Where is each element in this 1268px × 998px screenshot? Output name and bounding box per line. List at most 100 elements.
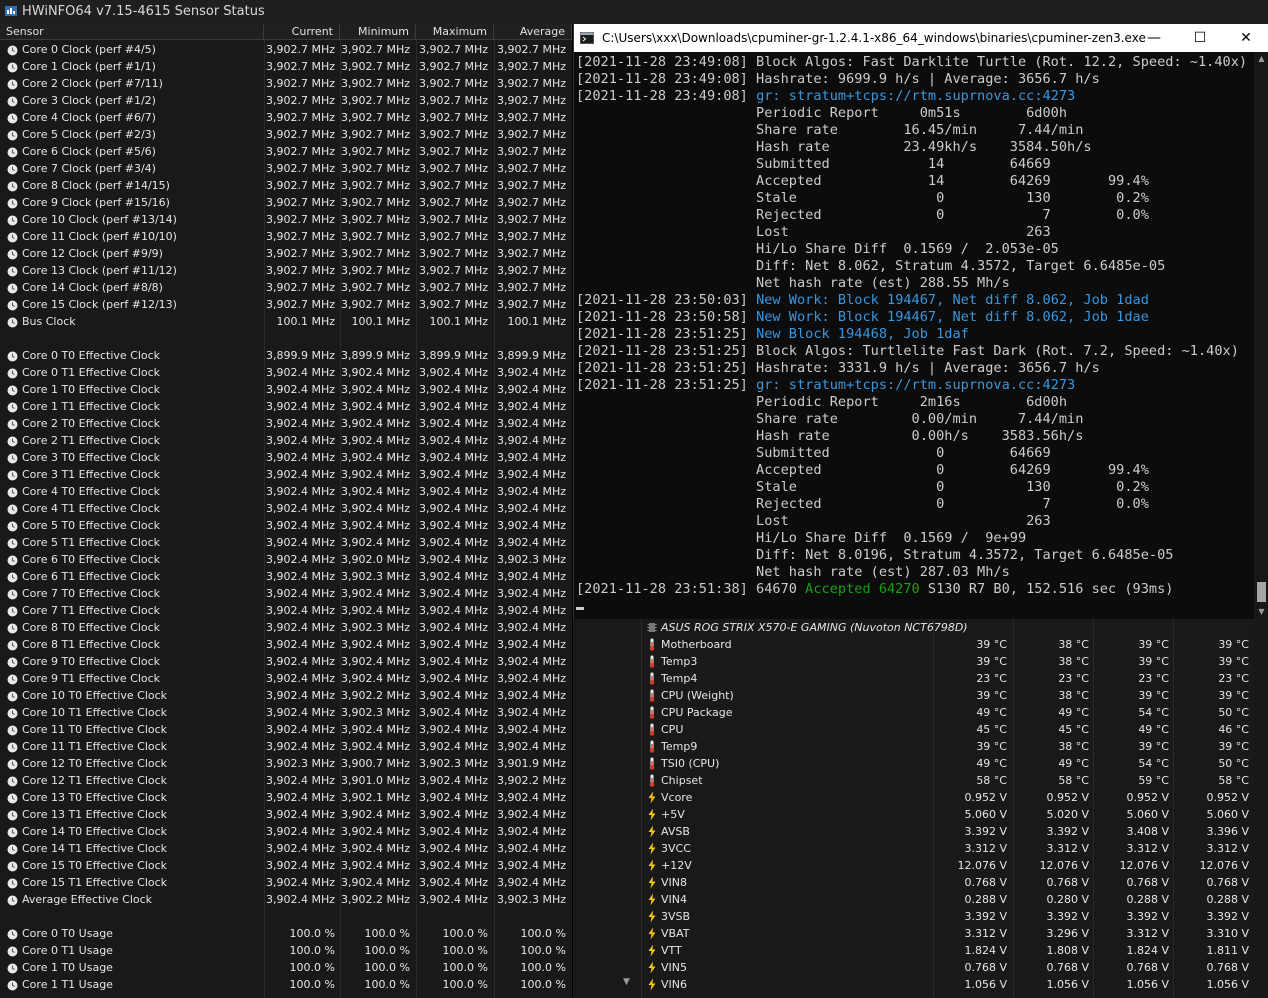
table-row[interactable]: Core 15 Clock (perf #12/13) 3,902.7 MHz 3,… — [0, 296, 572, 313]
table-row[interactable]: CPU Package 49 °C 49 °C 54 °C 50 °C — [573, 704, 1268, 721]
table-row[interactable]: Core 14 T1 Effective Clock 3,902.4 MHz 3,9… — [0, 840, 572, 857]
table-row[interactable]: TSI0 (CPU) 49 °C 49 °C 54 °C 50 °C — [573, 755, 1268, 772]
sensor-name: Core 15 Clock (perf #12/13) — [22, 298, 177, 311]
table-row[interactable]: Core 12 T1 Effective Clock 3,902.4 MHz 3,9… — [0, 772, 572, 789]
console-window[interactable]: C:\Users\xxx\Downloads\cpuminer-gr-1.2.4… — [573, 24, 1268, 619]
table-row[interactable]: Core 12 Clock (perf #9/9) 3,902.7 MHz 3,90… — [0, 245, 572, 262]
scroll-down-arrow-icon[interactable]: ▼ — [623, 977, 630, 987]
console-output[interactable]: [2021-11-28 23:49:08] Block Algos: Fast … — [574, 52, 1254, 619]
table-row[interactable]: Core 11 T1 Effective Clock 3,902.4 MHz 3,9… — [0, 738, 572, 755]
scroll-down-arrow-icon[interactable]: ▼ — [1254, 605, 1268, 619]
table-row[interactable]: Core 1 T0 Effective Clock 3,902.4 MHz 3,90… — [0, 381, 572, 398]
table-row[interactable]: Core 1 T1 Effective Clock 3,902.4 MHz 3,90… — [0, 398, 572, 415]
table-row[interactable]: VIN8 0.768 V 0.768 V 0.768 V 0.768 V — [573, 874, 1268, 891]
table-row[interactable]: VIN5 0.768 V 0.768 V 0.768 V 0.768 V — [573, 959, 1268, 976]
console-title-bar[interactable]: C:\Users\xxx\Downloads\cpuminer-gr-1.2.4… — [574, 24, 1268, 52]
table-row[interactable]: Core 4 Clock (perf #6/7) 3,902.7 MHz 3,902… — [0, 109, 572, 126]
motherboard-sensor-table[interactable]: ASUS ROG STRIX X570-E GAMING (Nuvoton NC… — [573, 619, 1268, 998]
table-row[interactable]: Core 13 Clock (perf #11/12) 3,902.7 MHz 3,… — [0, 262, 572, 279]
table-row[interactable]: Core 8 T1 Effective Clock 3,902.4 MHz 3,90… — [0, 636, 572, 653]
column-header-current[interactable]: Current — [264, 24, 340, 40]
table-row[interactable]: 3VCC 3.312 V 3.312 V 3.312 V 3.312 V — [573, 840, 1268, 857]
table-row[interactable]: Core 1 T0 Usage 100.0 % 100.0 % 100.0 % 100.… — [0, 959, 572, 976]
table-row[interactable]: Core 0 T0 Effective Clock 3,899.9 MHz 3,89… — [0, 347, 572, 364]
table-row[interactable]: Core 1 Clock (perf #1/1) 3,902.7 MHz 3,902… — [0, 58, 572, 75]
table-row[interactable]: Core 2 Clock (perf #7/11) 3,902.7 MHz 3,90… — [0, 75, 572, 92]
table-row[interactable]: Vcore 0.952 V 0.952 V 0.952 V 0.952 V — [573, 789, 1268, 806]
table-row[interactable]: Core 1 T1 Usage 100.0 % 100.0 % 100.0 % 100.… — [0, 976, 572, 993]
table-row[interactable]: Core 15 T1 Effective Clock 3,902.4 MHz 3,9… — [0, 874, 572, 891]
table-row[interactable]: Core 6 T1 Effective Clock 3,902.4 MHz 3,90… — [0, 568, 572, 585]
table-row[interactable]: Core 0 Clock (perf #4/5) 3,902.7 MHz 3,902… — [0, 41, 572, 58]
table-row[interactable]: +12V 12.076 V 12.076 V 12.076 V 12.076 V — [573, 857, 1268, 874]
column-header-minimum[interactable]: Minimum — [340, 24, 416, 40]
table-row[interactable]: Core 7 T1 Effective Clock 3,902.4 MHz 3,90… — [0, 602, 572, 619]
sensor-table[interactable]: Sensor Current Minimum Maximum Average C… — [0, 24, 572, 998]
table-row[interactable]: Core 11 T0 Effective Clock 3,902.4 MHz 3,9… — [0, 721, 572, 738]
sensor-scrollbar[interactable] — [1255, 619, 1268, 998]
table-row[interactable]: Core 0 T1 Usage 100.0 % 100.0 % 100.0 % 100.… — [0, 942, 572, 959]
thermometer-icon — [647, 740, 657, 753]
table-row[interactable]: Core 2 T0 Effective Clock 3,902.4 MHz 3,90… — [0, 415, 572, 432]
sensor-group-header[interactable]: ASUS ROG STRIX X570-E GAMING (Nuvoton NC… — [573, 619, 1268, 636]
table-row[interactable]: Bus Clock 100.1 MHz 100.1 MHz 100.1 MHz 100.… — [0, 313, 572, 330]
table-row[interactable]: AVSB 3.392 V 3.392 V 3.408 V 3.396 V — [573, 823, 1268, 840]
sensor-name: Temp3 — [661, 655, 698, 668]
maximize-button[interactable]: ☐ — [1177, 24, 1223, 52]
table-row[interactable]: Core 4 T1 Effective Clock 3,902.4 MHz 3,90… — [0, 500, 572, 517]
table-row[interactable]: Temp9 39 °C 38 °C 39 °C 39 °C — [573, 738, 1268, 755]
table-row[interactable]: Core 14 T0 Effective Clock 3,902.4 MHz 3,9… — [0, 823, 572, 840]
table-row[interactable]: VTT 1.824 V 1.808 V 1.824 V 1.811 V — [573, 942, 1268, 959]
table-row[interactable]: Core 3 T0 Effective Clock 3,902.4 MHz 3,90… — [0, 449, 572, 466]
table-row[interactable]: Core 10 Clock (perf #13/14) 3,902.7 MHz 3,… — [0, 211, 572, 228]
table-row[interactable]: Core 0 T1 Effective Clock 3,902.4 MHz 3,90… — [0, 364, 572, 381]
table-row[interactable]: Core 10 T0 Effective Clock 3,902.4 MHz 3,9… — [0, 687, 572, 704]
table-row[interactable]: CPU (Weight) 39 °C 38 °C 39 °C 39 °C — [573, 687, 1268, 704]
table-row[interactable]: Core 2 T1 Effective Clock 3,902.4 MHz 3,90… — [0, 432, 572, 449]
table-row[interactable]: Core 13 T0 Effective Clock 3,902.4 MHz 3,9… — [0, 789, 572, 806]
table-row[interactable]: Motherboard 39 °C 38 °C 39 °C 39 °C — [573, 636, 1268, 653]
table-row[interactable]: +5V 5.060 V 5.020 V 5.060 V 5.060 V — [573, 806, 1268, 823]
table-row[interactable]: VBAT 3.312 V 3.296 V 3.312 V 3.310 V — [573, 925, 1268, 942]
table-row[interactable]: CPU 45 °C 45 °C 49 °C 46 °C — [573, 721, 1268, 738]
scroll-up-arrow-icon[interactable]: ▲ — [1254, 52, 1268, 66]
table-row[interactable]: Core 6 Clock (perf #5/6) 3,902.7 MHz 3,902… — [0, 143, 572, 160]
minimize-button[interactable]: — — [1131, 24, 1177, 52]
column-header-sensor[interactable]: Sensor — [0, 24, 264, 40]
column-header-average[interactable]: Average — [494, 24, 572, 40]
table-row[interactable]: Core 7 T0 Effective Clock 3,902.4 MHz 3,90… — [0, 585, 572, 602]
close-button[interactable]: ✕ — [1223, 24, 1268, 52]
table-row[interactable]: Temp4 23 °C 23 °C 23 °C 23 °C — [573, 670, 1268, 687]
table-row[interactable]: Core 15 T0 Effective Clock 3,902.4 MHz 3,9… — [0, 857, 572, 874]
table-row[interactable]: Core 9 T0 Effective Clock 3,902.4 MHz 3,90… — [0, 653, 572, 670]
table-row[interactable]: VIN6 1.056 V 1.056 V 1.056 V 1.056 V — [573, 976, 1268, 993]
table-row[interactable]: Core 3 Clock (perf #1/2) 3,902.7 MHz 3,902… — [0, 92, 572, 109]
table-row[interactable]: Average Effective Clock 3,902.4 MHz 3,902.… — [0, 891, 572, 908]
table-row[interactable]: Core 3 T1 Effective Clock 3,902.4 MHz 3,90… — [0, 466, 572, 483]
scrollbar-thumb[interactable] — [1257, 582, 1266, 602]
console-scrollbar[interactable]: ▲ ▼ — [1254, 52, 1268, 619]
table-row[interactable]: Core 0 T0 Usage 100.0 % 100.0 % 100.0 % 100.… — [0, 925, 572, 942]
table-row[interactable]: Core 10 T1 Effective Clock 3,902.4 MHz 3,9… — [0, 704, 572, 721]
clock-icon — [7, 707, 18, 719]
table-row[interactable]: Core 8 T0 Effective Clock 3,902.4 MHz 3,90… — [0, 619, 572, 636]
table-row[interactable]: Core 9 Clock (perf #15/16) 3,902.7 MHz 3,9… — [0, 194, 572, 211]
table-row[interactable]: Core 14 Clock (perf #8/8) 3,902.7 MHz 3,90… — [0, 279, 572, 296]
table-row[interactable]: Core 7 Clock (perf #3/4) 3,902.7 MHz 3,902… — [0, 160, 572, 177]
table-row[interactable]: Core 8 Clock (perf #14/15) 3,902.7 MHz 3,9… — [0, 177, 572, 194]
table-row[interactable]: Core 5 T0 Effective Clock 3,902.4 MHz 3,90… — [0, 517, 572, 534]
table-row[interactable]: Core 4 T0 Effective Clock 3,902.4 MHz 3,90… — [0, 483, 572, 500]
table-row[interactable]: Core 11 Clock (perf #10/10) 3,902.7 MHz 3,… — [0, 228, 572, 245]
column-header-maximum[interactable]: Maximum — [416, 24, 494, 40]
table-row[interactable]: Core 12 T0 Effective Clock 3,902.3 MHz 3,9… — [0, 755, 572, 772]
table-row[interactable]: Temp3 39 °C 38 °C 39 °C 39 °C — [573, 653, 1268, 670]
hwinfo-title-bar[interactable]: HWiNFO64 v7.15-4615 Sensor Status — [0, 0, 1268, 24]
table-row[interactable]: Core 13 T1 Effective Clock 3,902.4 MHz 3,9… — [0, 806, 572, 823]
table-row[interactable]: VIN4 0.288 V 0.280 V 0.288 V 0.288 V — [573, 891, 1268, 908]
table-row[interactable]: 3VSB 3.392 V 3.392 V 3.392 V 3.392 V — [573, 908, 1268, 925]
table-row[interactable]: Chipset 58 °C 58 °C 59 °C 58 °C — [573, 772, 1268, 789]
table-row[interactable]: Core 5 T1 Effective Clock 3,902.4 MHz 3,90… — [0, 534, 572, 551]
table-row[interactable]: Core 6 T0 Effective Clock 3,902.4 MHz 3,90… — [0, 551, 572, 568]
table-row[interactable]: Core 9 T1 Effective Clock 3,902.4 MHz 3,90… — [0, 670, 572, 687]
table-row[interactable]: Core 5 Clock (perf #2/3) 3,902.7 MHz 3,902… — [0, 126, 572, 143]
